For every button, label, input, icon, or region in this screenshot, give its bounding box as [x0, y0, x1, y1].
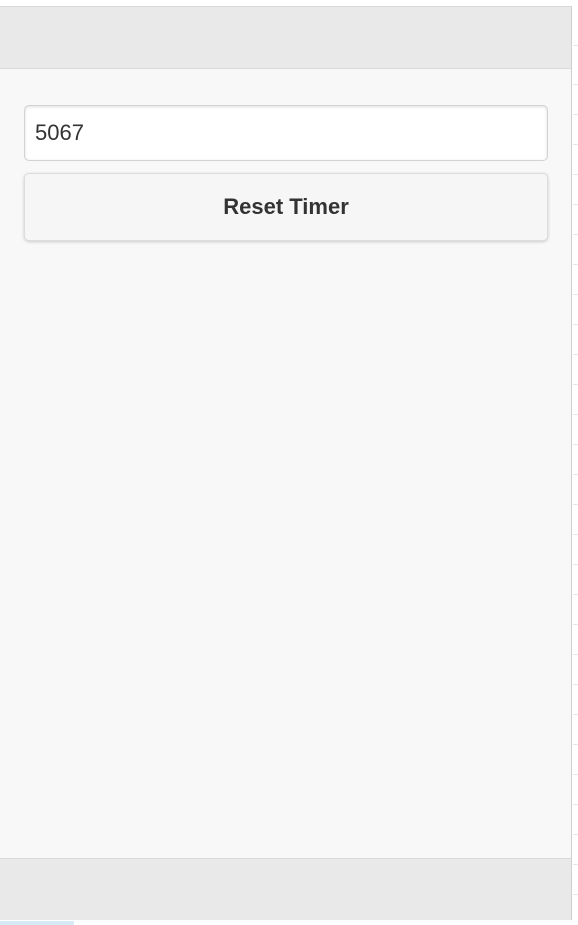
strip-line	[573, 624, 578, 625]
footer-bar	[0, 858, 571, 920]
strip-line	[573, 114, 578, 115]
strip-line	[573, 834, 578, 835]
strip-line	[573, 774, 578, 775]
strip-line	[573, 144, 578, 145]
strip-line	[573, 474, 578, 475]
strip-line	[573, 504, 578, 505]
strip-line	[573, 804, 578, 805]
timer-value-input[interactable]	[24, 105, 548, 161]
strip-line	[573, 894, 578, 895]
strip-line	[573, 204, 578, 205]
strip-line	[573, 45, 578, 46]
reset-timer-button[interactable]: Reset Timer	[24, 173, 548, 241]
strip-line	[573, 84, 578, 85]
strip-line	[573, 684, 578, 685]
header-bar	[0, 7, 571, 69]
strip-line	[573, 294, 578, 295]
timer-panel: Reset Timer	[0, 6, 572, 920]
app-window: Reset Timer	[0, 0, 578, 925]
strip-line	[573, 264, 578, 265]
strip-line	[573, 444, 578, 445]
strip-line	[573, 234, 578, 235]
strip-line	[573, 714, 578, 715]
strip-line	[573, 324, 578, 325]
strip-line	[573, 594, 578, 595]
strip-line	[573, 564, 578, 565]
strip-line	[573, 384, 578, 385]
strip-line	[573, 654, 578, 655]
bottom-edge-tab	[0, 921, 74, 925]
strip-line	[573, 414, 578, 415]
strip-line	[573, 864, 578, 865]
strip-line	[573, 744, 578, 745]
strip-line	[573, 354, 578, 355]
background-edge-strip	[573, 0, 578, 925]
strip-line	[573, 174, 578, 175]
strip-line	[573, 534, 578, 535]
